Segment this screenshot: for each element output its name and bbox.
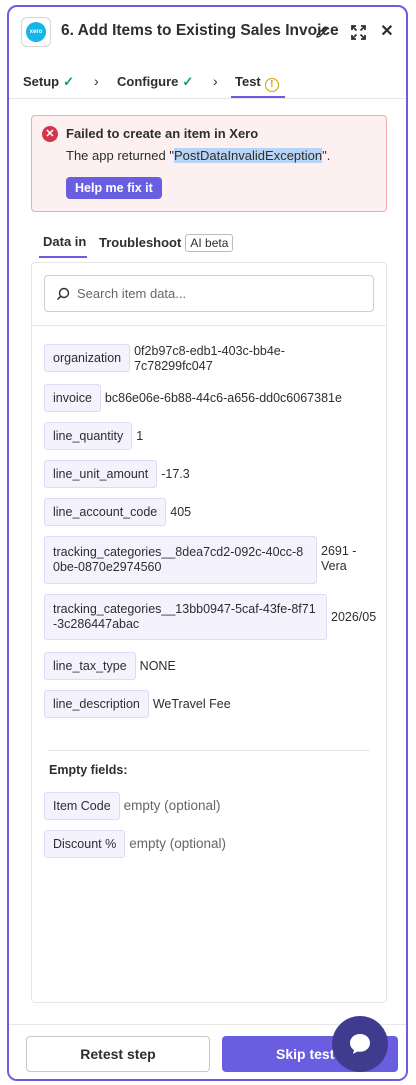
search-area [32,263,386,326]
chevron-right-icon: › [213,73,218,89]
divider [48,750,370,751]
active-tab-indicator [39,256,87,258]
empty-field-row: Item Code empty (optional) [44,792,220,820]
field-value: 2691 - Vera [321,544,357,573]
active-tab-indicator [231,96,285,98]
error-x-icon: ✕ [42,126,58,142]
field-key[interactable]: organization [44,344,131,372]
tab-data-in[interactable]: Data in [43,234,86,249]
step-progress: Setup ✓ › Configure ✓ › Test! [9,59,406,99]
tab-test-label: Test [235,74,261,89]
close-icon[interactable]: ✕ [379,24,395,40]
field-key[interactable]: line_description [44,690,149,718]
data-field-row: invoice bc86e06e-6b88-44c6-a656-dd0c6067… [44,384,342,412]
warning-icon: ! [264,78,279,92]
panel-header: xero 6. Add Items to Existing Sales Invo… [9,7,406,59]
data-field-row: line_quantity 1 [44,422,143,450]
field-key[interactable]: line_account_code [44,498,167,526]
field-value: WeTravel Fee [152,697,231,711]
search-box[interactable] [44,275,374,312]
xero-logo-icon: xero [21,17,51,47]
error-message: The app returned "PostDataInvalidExcepti… [66,148,331,163]
field-value: -17.3 [161,467,190,481]
tab-configure-label: Configure [117,74,179,89]
field-key[interactable]: invoice [44,384,101,412]
chevron-right-icon: › [94,73,99,89]
help-me-fix-button[interactable]: Help me fix it [66,177,162,199]
step-title[interactable]: 6. Add Items to Existing Sales Invoice [61,22,339,40]
expand-icon[interactable] [350,24,367,41]
data-field-row: line_account_code 405 [44,498,191,526]
checkmark-icon: ✓ [182,74,194,89]
error-title: Failed to create an item in Xero [66,126,259,141]
search-input[interactable] [77,276,367,311]
field-value: empty (optional) [123,798,221,813]
data-field-row: organization 0f2b97c8-edb1-403c-bb4e-7c7… [44,344,316,374]
step-panel: xero 6. Add Items to Existing Sales Invo… [7,5,408,1081]
pencil-icon[interactable] [314,24,330,40]
field-value: 1 [136,429,144,443]
field-value: NONE [139,659,176,673]
chat-support-button[interactable] [332,1016,388,1072]
error-code: PostDataInvalidException [173,148,323,163]
data-field-row: line_description WeTravel Fee [44,690,231,718]
search-icon [56,287,70,301]
chat-icon [350,1034,370,1054]
data-field-row: line_unit_amount -17.3 [44,460,190,488]
data-field-row: tracking_categories__13bb0947-5caf-43fe-… [44,594,376,640]
data-field-row: tracking_categories__8dea7cd2-092c-40cc-… [44,536,367,584]
retest-step-button[interactable]: Retest step [26,1036,210,1072]
field-key[interactable]: Discount % [44,830,126,858]
tab-configure[interactable]: Configure ✓ [117,74,193,90]
field-value: 0f2b97c8-edb1-403c-bb4e-7c78299fc047 [134,344,285,373]
field-key[interactable]: tracking_categories__8dea7cd2-092c-40cc-… [44,536,317,584]
checkmark-icon: ✓ [63,74,75,89]
tab-setup[interactable]: Setup ✓ [23,74,74,90]
tab-troubleshoot[interactable]: Troubleshoot AI beta [99,234,234,252]
empty-field-row: Discount % empty (optional) [44,830,226,858]
field-key[interactable]: tracking_categories__13bb0947-5caf-43fe-… [44,594,327,640]
field-key[interactable]: Item Code [44,792,120,820]
error-alert: ✕ Failed to create an item in Xero The a… [31,115,387,212]
field-value: bc86e06e-6b88-44c6-a656-dd0c6067381e [104,391,342,405]
field-value: 2026/05 [331,610,377,624]
empty-fields-heading: Empty fields: [49,763,128,777]
tab-test[interactable]: Test! [235,74,279,92]
data-field-row: line_tax_type NONE [44,652,176,680]
tab-setup-label: Setup [23,74,60,89]
field-value: 405 [170,505,192,519]
field-value: empty (optional) [129,836,227,851]
field-key[interactable]: line_tax_type [44,652,136,680]
ai-beta-badge: AI beta [185,234,234,252]
tab-troubleshoot-label: Troubleshoot [99,235,182,250]
data-in-panel: organization 0f2b97c8-edb1-403c-bb4e-7c7… [31,262,387,1003]
field-key[interactable]: line_unit_amount [44,460,158,488]
field-key[interactable]: line_quantity [44,422,133,450]
